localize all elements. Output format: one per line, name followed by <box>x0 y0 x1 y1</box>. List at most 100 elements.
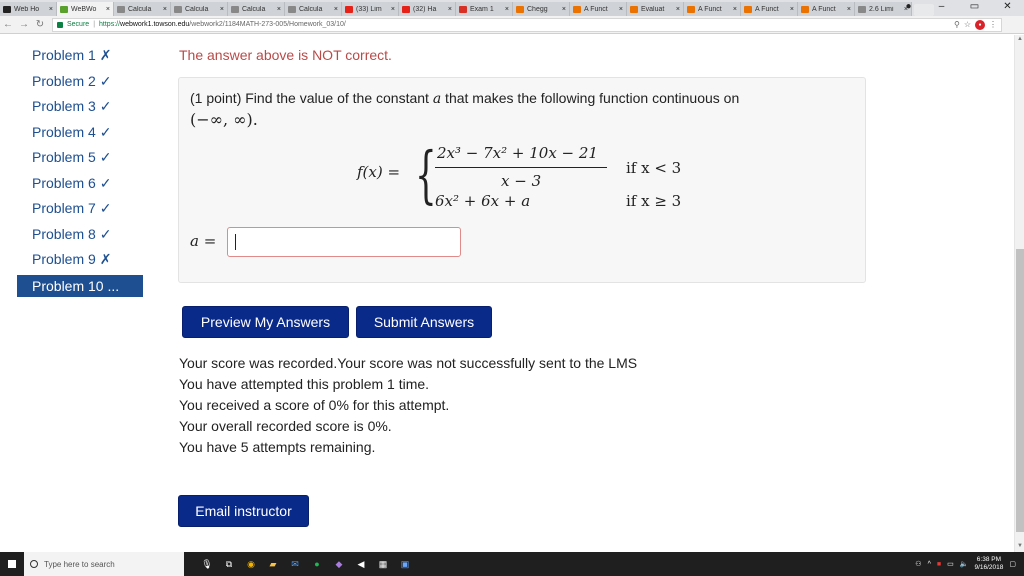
tab-label: Exam 1 <box>470 5 494 13</box>
chrome-icon[interactable]: ◉ <box>244 557 258 571</box>
browser-tab[interactable]: Exam 1 × <box>456 2 513 16</box>
tab-close-icon[interactable]: × <box>334 6 338 13</box>
forward-arrow-icon[interactable]: → <box>16 19 32 30</box>
tab-close-icon[interactable]: × <box>163 6 167 13</box>
browser-tab[interactable]: Calcula × <box>285 2 342 16</box>
browser-tab[interactable]: A Funct × <box>741 2 798 16</box>
url-path: /webwork2/1184MATH-273-005/Homework_03/1… <box>189 21 346 28</box>
browser-tab[interactable]: A Funct × <box>798 2 855 16</box>
page-scrollbar[interactable]: ▲ ▼ <box>1014 35 1024 552</box>
answer-input[interactable] <box>227 227 461 257</box>
tray-chevron-icon[interactable]: ^ <box>928 561 931 568</box>
people-icon[interactable]: ⚇ <box>915 560 921 568</box>
fraction-numerator: 2x³ − 7x² + 10x − 21 <box>437 144 598 162</box>
tab-favicon-icon <box>516 5 524 13</box>
problem-prompt: (1 point) Find the value of the constant… <box>190 90 739 107</box>
browser-tab[interactable]: (33) Lim × <box>342 2 399 16</box>
task-view-icon[interactable]: ⧉ <box>222 557 236 571</box>
tab-close-icon[interactable]: × <box>733 6 737 13</box>
reload-icon[interactable]: ↻ <box>32 19 48 30</box>
prompt-prefix: (1 point) Find the value of the constant <box>190 90 433 106</box>
scroll-down-arrow-icon[interactable]: ▼ <box>1016 543 1024 551</box>
problem-link[interactable]: Problem 5 ✓ <box>17 145 143 171</box>
tab-close-icon[interactable]: × <box>619 6 623 13</box>
antivirus-icon[interactable]: ■ <box>937 561 941 568</box>
mail-icon[interactable]: ✉ <box>288 557 302 571</box>
tab-close-icon[interactable]: × <box>220 6 224 13</box>
browser-tab[interactable]: Chegg × <box>513 2 570 16</box>
tab-close-icon[interactable]: × <box>277 6 281 13</box>
secure-label: Secure <box>67 21 90 28</box>
tab-close-icon[interactable]: × <box>790 6 794 13</box>
tab-label: Calcula <box>128 5 152 13</box>
microphone-icon[interactable]: 🎙 <box>200 557 214 571</box>
spotify-icon[interactable]: ● <box>310 557 324 571</box>
tab-close-icon[interactable]: × <box>106 6 110 13</box>
start-button[interactable] <box>0 552 24 576</box>
browser-tab[interactable]: Calcula × <box>228 2 285 16</box>
browser-tab[interactable]: A Funct × <box>684 2 741 16</box>
address-bar: ← → ↻ Secure | https://webwork1.towson.e… <box>0 16 1024 34</box>
back-arrow-icon[interactable]: ← <box>0 19 16 30</box>
close-window-button[interactable]: ✕ <box>991 0 1024 16</box>
problem-link[interactable]: Problem 9 ✗ <box>17 247 143 273</box>
tab-close-icon[interactable]: × <box>49 6 53 13</box>
volume-icon[interactable]: 🔈 <box>960 560 969 568</box>
case-two-expression: 6x² + 6x + a <box>435 192 531 210</box>
tab-close-icon[interactable]: × <box>505 6 509 13</box>
browser-tab[interactable]: WeBWo × <box>57 2 114 16</box>
email-instructor-button[interactable]: Email instructor <box>178 495 309 527</box>
profile-icon[interactable]: ● <box>892 0 925 16</box>
menu-dots-icon[interactable]: ⋮ <box>989 20 997 29</box>
problem-link[interactable]: Problem 3 ✓ <box>17 94 143 120</box>
clock-time: 6:38 PM <box>976 556 1002 563</box>
tab-favicon-icon <box>345 5 353 13</box>
calculator-icon[interactable]: ▦ <box>376 557 390 571</box>
lock-icon <box>57 21 63 28</box>
tab-label: Calcula <box>242 5 266 13</box>
taskbar-search[interactable]: Type here to search <box>24 552 184 576</box>
tab-favicon-icon <box>117 5 125 13</box>
extension-icon[interactable]: ● <box>975 19 985 30</box>
submit-answers-button[interactable]: Submit Answers <box>356 306 492 338</box>
notifications-icon[interactable]: ▢ <box>1009 560 1016 568</box>
problem-link[interactable]: Problem 8 ✓ <box>17 222 143 248</box>
zoom-icon[interactable]: ⚲ <box>954 20 960 29</box>
scroll-thumb[interactable] <box>1016 249 1024 532</box>
url-field[interactable]: Secure | https://webwork1.towson.edu/web… <box>52 17 1002 32</box>
tab-label: WeBWo <box>71 5 97 13</box>
tab-close-icon[interactable]: × <box>562 6 566 13</box>
browser-tab[interactable]: Evaluat × <box>627 2 684 16</box>
file-explorer-icon[interactable]: ▰ <box>266 557 280 571</box>
tab-close-icon[interactable]: × <box>448 6 452 13</box>
bookmark-star-icon[interactable]: ☆ <box>964 20 971 29</box>
visual-studio-icon[interactable]: ◆ <box>332 557 346 571</box>
maximize-button[interactable]: ▭ <box>958 0 991 16</box>
browser-tab[interactable]: Web Ho × <box>0 2 57 16</box>
photos-icon[interactable]: ▣ <box>398 557 412 571</box>
problem-link[interactable]: Problem 10 ... <box>17 274 143 297</box>
clock[interactable]: 6:38 PM 9/16/2018 <box>974 556 1003 572</box>
tab-close-icon[interactable]: × <box>391 6 395 13</box>
problem-link[interactable]: Problem 4 ✓ <box>17 120 143 146</box>
browser-tab[interactable]: Calcula × <box>114 2 171 16</box>
tab-favicon-icon <box>174 5 182 13</box>
problem-link[interactable]: Problem 7 ✓ <box>17 196 143 222</box>
tab-favicon-icon <box>801 5 809 13</box>
network-icon[interactable]: ▭ <box>947 560 954 568</box>
tab-favicon-icon <box>573 5 581 13</box>
tab-close-icon[interactable]: × <box>847 6 851 13</box>
webwork-page: Problem 1 ✗ Problem 2 ✓ Problem 3 ✓ Problem… <box>0 35 1014 552</box>
preview-answers-button[interactable]: Preview My Answers <box>182 306 349 338</box>
browser-tab[interactable]: Calcula × <box>171 2 228 16</box>
tab-close-icon[interactable]: × <box>676 6 680 13</box>
tab-label: A Funct <box>584 5 608 13</box>
scroll-up-arrow-icon[interactable]: ▲ <box>1016 36 1024 44</box>
media-icon[interactable]: ◀ <box>354 557 368 571</box>
problem-link[interactable]: Problem 1 ✗ <box>17 43 143 69</box>
minimize-button[interactable]: – <box>925 0 958 16</box>
problem-link[interactable]: Problem 6 ✓ <box>17 171 143 197</box>
browser-tab[interactable]: (32) Ha × <box>399 2 456 16</box>
problem-link[interactable]: Problem 2 ✓ <box>17 69 143 95</box>
browser-tab[interactable]: A Funct × <box>570 2 627 16</box>
